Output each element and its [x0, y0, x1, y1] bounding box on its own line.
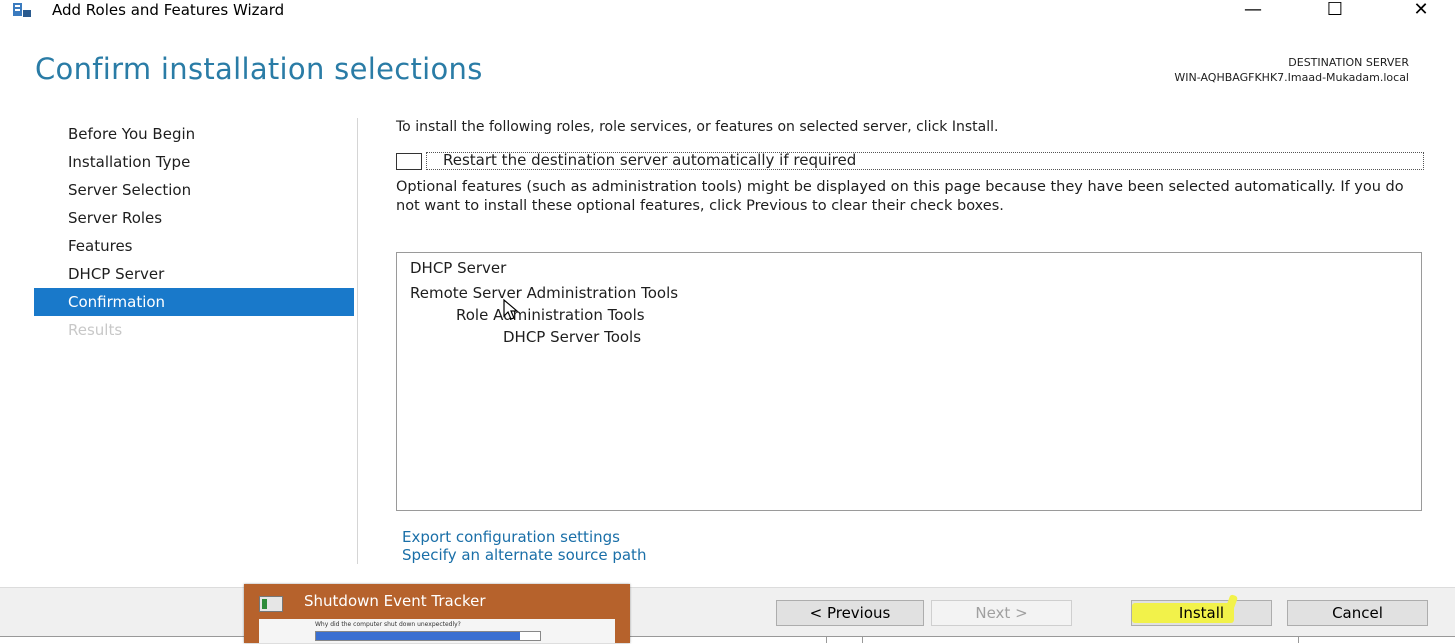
- install-button-label: Install: [1178, 604, 1225, 622]
- nav-divider: [357, 118, 358, 564]
- destination-server-label: DESTINATION SERVER: [1288, 56, 1409, 69]
- nav-item-features[interactable]: Features: [34, 232, 354, 260]
- nav-item-confirmation[interactable]: Confirmation: [34, 288, 354, 316]
- alternate-source-path-link[interactable]: Specify an alternate source path: [402, 546, 646, 564]
- shutdown-event-tracker-window[interactable]: Shutdown Event Tracker Why did the compu…: [244, 584, 630, 643]
- tracker-title: Shutdown Event Tracker: [304, 592, 486, 610]
- wizard-nav: Before You Begin Installation Type Serve…: [34, 120, 354, 344]
- strip-divider: [826, 636, 827, 643]
- minimize-button[interactable]: —: [1230, 0, 1276, 20]
- cancel-button[interactable]: Cancel: [1287, 600, 1428, 626]
- nav-item-server-roles[interactable]: Server Roles: [34, 204, 354, 232]
- restart-option[interactable]: Restart the destination server automatic…: [396, 152, 1426, 170]
- nav-item-server-selection[interactable]: Server Selection: [34, 176, 354, 204]
- feature-item: DHCP Server Tools: [503, 328, 642, 346]
- server-manager-icon: [13, 3, 31, 17]
- restart-checkbox[interactable]: [396, 153, 422, 170]
- nav-item-dhcp-server[interactable]: DHCP Server: [34, 260, 354, 288]
- tracker-app-icon: [259, 596, 283, 612]
- optional-features-note: Optional features (such as administratio…: [396, 179, 1404, 214]
- maximize-button[interactable]: ☐: [1312, 0, 1358, 20]
- feature-item: Role Administration Tools: [456, 306, 645, 324]
- tracker-reason-dropdown[interactable]: [315, 631, 541, 641]
- strip-divider: [862, 636, 863, 643]
- restart-checkbox-label[interactable]: Restart the destination server automatic…: [443, 152, 856, 169]
- export-configuration-link[interactable]: Export configuration settings: [402, 528, 620, 546]
- feature-item: DHCP Server: [410, 259, 507, 277]
- nav-item-installation-type[interactable]: Installation Type: [34, 148, 354, 176]
- previous-button[interactable]: < Previous: [776, 600, 924, 626]
- feature-item: Remote Server Administration Tools: [410, 284, 679, 302]
- nav-item-before-you-begin[interactable]: Before You Begin: [34, 120, 354, 148]
- page-title: Confirm installation selections: [35, 52, 483, 86]
- strip-divider: [1298, 636, 1299, 643]
- next-button: Next >: [931, 600, 1072, 626]
- mouse-cursor-icon: [503, 299, 519, 320]
- tracker-question: Why did the computer shut down unexpecte…: [315, 621, 461, 628]
- intro-text: To install the following roles, role ser…: [396, 119, 999, 135]
- title-bar: Add Roles and Features Wizard — ☐ ✕: [0, 0, 1455, 24]
- dropdown-selection: [316, 632, 520, 640]
- close-button[interactable]: ✕: [1398, 0, 1444, 20]
- window-title: Add Roles and Features Wizard: [52, 1, 285, 19]
- install-button[interactable]: Install: [1131, 594, 1272, 626]
- nav-item-results: Results: [68, 321, 123, 339]
- tracker-body: Why did the computer shut down unexpecte…: [259, 619, 615, 643]
- destination-server-name: WIN-AQHBAGFKHK7.Imaad-Mukadam.local: [1174, 71, 1409, 84]
- features-list: DHCP Server Remote Server Administration…: [396, 252, 1422, 511]
